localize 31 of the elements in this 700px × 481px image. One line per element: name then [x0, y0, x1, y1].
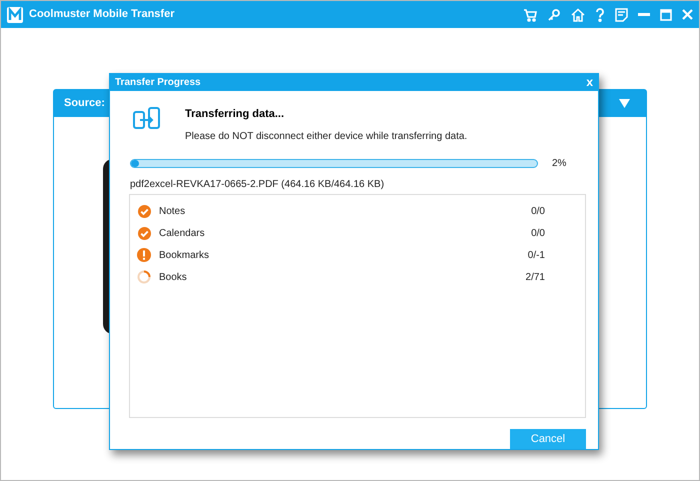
item-count: 0/-1	[528, 248, 545, 263]
check-icon	[138, 204, 150, 218]
panel-title: Source:	[64, 96, 105, 112]
current-file: pdf2excel-REVKA17-0665-2.PDF (464.16 KB/464.16 KB)	[129, 178, 386, 192]
progress-reading: 2%	[552, 157, 566, 172]
home-icon[interactable]	[571, 8, 585, 22]
spinner-icon	[137, 270, 151, 284]
item-name: Notes	[159, 204, 186, 219]
item-count: 0/0	[531, 204, 545, 219]
item-name: Bookmarks	[159, 248, 210, 263]
item-name: Calendars	[159, 226, 205, 241]
close-button[interactable]: x	[586, 76, 593, 88]
key-icon[interactable]	[547, 8, 561, 22]
close-icon[interactable]	[682, 9, 693, 20]
warning-message: Please do NOT disconnect either device while transferring data.	[185, 130, 468, 144]
item-name: Books	[159, 270, 187, 285]
transfer-icon	[132, 106, 162, 132]
item-count: 2/71	[526, 270, 545, 285]
check-icon	[138, 226, 150, 240]
dropdown-icon[interactable]	[619, 99, 630, 108]
maximize-icon[interactable]	[660, 8, 672, 20]
feedback-icon[interactable]	[615, 8, 628, 22]
dialog-heading: Transferring data...	[185, 106, 286, 122]
item-count: 0/0	[531, 226, 545, 241]
window-title: Coolmuster Mobile Transfer	[29, 7, 174, 22]
exclamation-icon	[137, 248, 151, 262]
help-icon[interactable]	[595, 8, 605, 22]
cart-icon[interactable]	[523, 8, 537, 22]
logo-icon	[7, 6, 23, 22]
dialog-title: Transfer Progress	[115, 76, 201, 90]
cancel-button[interactable]: Cancel	[510, 429, 586, 449]
